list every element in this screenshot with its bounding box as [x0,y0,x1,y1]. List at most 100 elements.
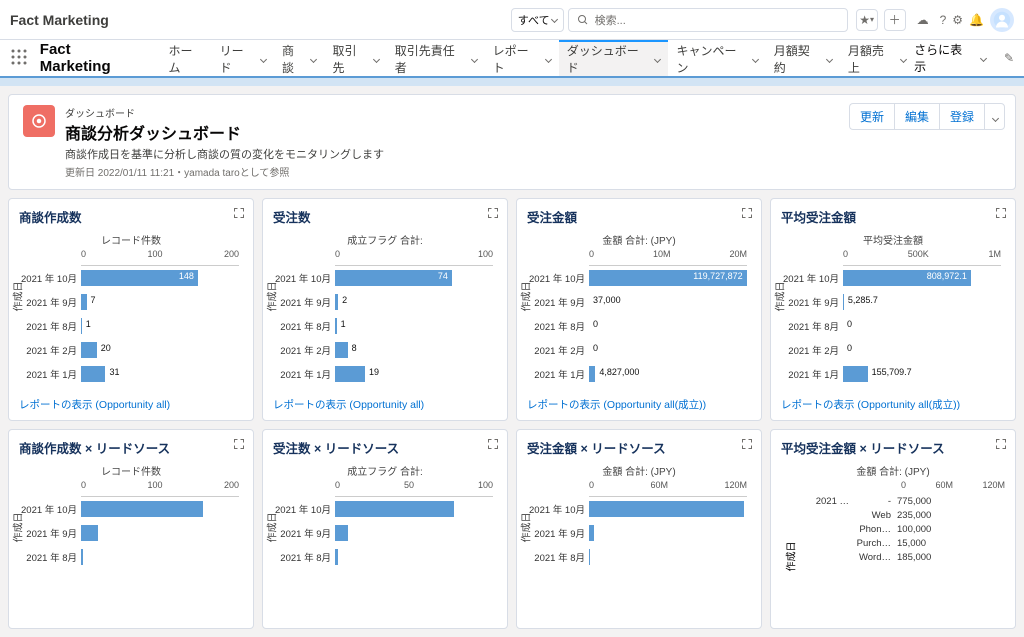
chevron-down-icon [551,16,558,23]
bar[interactable] [81,366,105,382]
bar[interactable] [335,501,454,517]
edit-button[interactable]: 編集 [894,103,939,130]
bar-row: 2021 年 10月74 [335,266,493,290]
bar[interactable] [81,318,82,334]
nav-tab-6[interactable]: ダッシュボード [559,40,669,76]
settings-icon[interactable]: ⚙ [952,13,963,27]
bar-row: 2021 年 9月 [81,521,239,545]
bar-value: 2 [342,295,347,305]
bar[interactable] [335,294,338,310]
bar[interactable] [843,294,844,310]
bar[interactable] [589,525,594,541]
nav-tab-5[interactable]: レポート [485,40,559,76]
bar-row: 2021 年 2月20 [81,338,239,362]
bar[interactable] [335,318,337,334]
view-report-link[interactable]: レポートの表示 (Opportunity all) [273,397,424,412]
nav-overflow[interactable]: さらに表示 ✎ [914,41,1014,75]
app-launcher-icon[interactable] [10,48,30,68]
page-header: ダッシュボード 商談分析ダッシュボード 商談作成日を基準に分析し商談の質の変化を… [8,94,1016,190]
nav-tab-4[interactable]: 取引先責任者 [387,40,485,76]
expand-icon[interactable] [741,207,753,222]
bar[interactable] [589,366,595,382]
dashboard-card: 受注数成立フラグ 合計:作成日01002021 年 10月742021 年 9月… [262,198,508,421]
bars-container: 2021 年 10月2021 年 9月2021 年 8月 [81,496,239,620]
chevron-down-icon [980,54,987,61]
notifications-icon[interactable]: 🔔 [969,13,984,27]
bar[interactable] [843,366,868,382]
bar-row: 2021 年 8月 [81,545,239,569]
bar[interactable] [335,270,452,286]
page-description: 商談作成日を基準に分析し商談の質の変化をモニタリングします [65,146,384,162]
category-label: 2021 年 1月 [781,367,843,381]
global-search-input[interactable]: 検索... [568,8,848,32]
axis-ticks: 060M120M [589,480,747,494]
bar[interactable] [589,501,744,517]
bar-row: 2021 年 9月7 [81,290,239,314]
bars-container: 2021 年 10月2021 年 9月2021 年 8月 [335,496,493,620]
nav-tab-1[interactable]: リード [212,40,274,76]
card-title: 受注金額 × リードソース [527,438,751,457]
bar[interactable] [589,549,590,565]
expand-icon[interactable] [995,438,1007,453]
refresh-button[interactable]: 更新 [849,103,894,130]
bar[interactable] [335,549,338,565]
expand-icon[interactable] [487,207,499,222]
expand-icon[interactable] [995,207,1007,222]
bar[interactable] [335,342,348,358]
card-title: 商談作成数 [19,207,243,226]
nav-tab-2[interactable]: 商談 [274,40,325,76]
bar[interactable] [335,366,365,382]
bar[interactable] [81,525,98,541]
bar-value: 37,000 [593,295,621,305]
user-avatar[interactable] [990,8,1014,32]
nav-tab-7[interactable]: キャンペーン [668,40,765,76]
bar-row: 2021 年 1月31 [81,362,239,386]
bar-value: 808,972.1 [927,271,967,281]
expand-icon[interactable] [741,438,753,453]
more-actions-button[interactable] [984,103,1005,130]
view-report-link[interactable]: レポートの表示 (Opportunity all) [19,397,170,412]
bars-container: 2021 年 10月1482021 年 9月72021 年 8月12021 年 … [81,265,239,389]
bar-value: 1 [341,319,346,329]
chevron-down-icon [260,55,267,62]
axis-ticks: 0100200 [81,480,239,494]
bar[interactable] [335,525,348,541]
category-label: 2021 年 1月 [19,367,81,381]
nav-tab-8[interactable]: 月額契約 [766,40,840,76]
nav-tab-0[interactable]: ホーム [160,40,211,76]
bar[interactable] [81,549,83,565]
search-scope-select[interactable]: すべて [511,8,564,32]
axis-ticks: 0500K1M [843,249,1001,263]
cloud-icon[interactable]: ☁ [912,9,934,31]
axis-title: レコード件数 [19,463,243,478]
view-report-link[interactable]: レポートの表示 (Opportunity all(成立)) [527,397,706,412]
bar-row: 2021 年 9月5,285.7 [843,290,1001,314]
favorite-icon[interactable]: ★▾ [856,9,878,31]
expand-icon[interactable] [233,207,245,222]
bar-value: 0 [593,319,598,329]
help-icon[interactable]: ? [940,13,947,27]
nav-tab-9[interactable]: 月額売上 [840,40,914,76]
bar-row: 2021 年 10月119,727,872 [589,266,747,290]
bar-row: 2021 年 9月37,000 [589,290,747,314]
view-report-link[interactable]: レポートの表示 (Opportunity all(成立)) [781,397,960,412]
bar[interactable] [81,342,97,358]
expand-icon[interactable] [233,438,245,453]
bar-row: 2021 年 10月 [335,497,493,521]
bar[interactable] [81,501,203,517]
expand-icon[interactable] [487,438,499,453]
page-title: 商談分析ダッシュボード [65,120,384,144]
add-icon[interactable]: ＋ [884,9,906,31]
save-button[interactable]: 登録 [939,103,984,130]
y-axis-label: 作成日 [783,541,798,571]
bar-row: 2021 年 2月8 [335,338,493,362]
nav-tab-3[interactable]: 取引先 [324,40,386,76]
search-icon [577,14,589,26]
bar-value: 119,727,872 [693,271,742,281]
edit-nav-icon[interactable]: ✎ [1004,51,1014,65]
bar[interactable] [81,294,87,310]
global-header: Fact Marketing すべて 検索... ★▾ ＋ ☁ ? ⚙ 🔔 [0,0,1024,40]
bar-row: 2021 年 8月1 [81,314,239,338]
chevron-down-icon [900,55,907,62]
axis-title: 金額 合計: (JPY) [527,232,751,247]
